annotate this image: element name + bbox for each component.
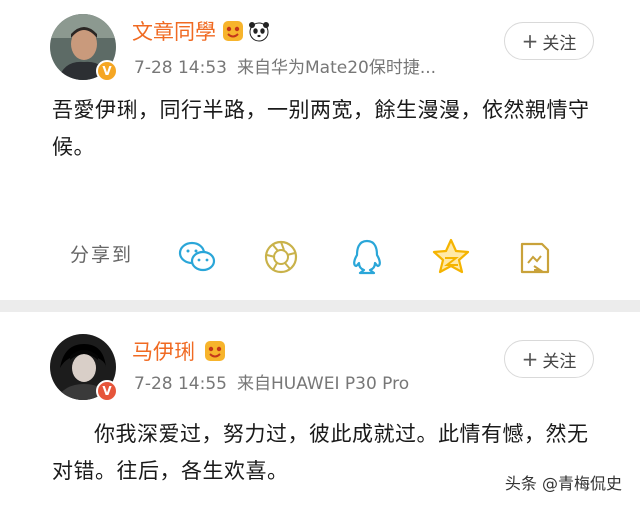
follow-label: 关注 [542,33,577,54]
watermark: 头条 @青梅侃史 [500,468,626,496]
emoji-badge-icon [205,341,225,361]
wechat-icon[interactable] [176,236,218,278]
post-divider [0,300,640,312]
author-name[interactable]: 马伊琍 [132,342,195,363]
panda-icon [249,22,269,42]
plus-icon: + [521,347,539,371]
post-time[interactable]: 7-28 14:53 [134,58,227,78]
post-time[interactable]: 7-28 14:55 [134,374,227,394]
post-source[interactable]: 来自HUAWEI P30 Pro [237,374,409,394]
share-bar: 分享到 [70,236,630,280]
post-meta: 7-28 14:55 来自HUAWEI P30 Pro [134,376,409,393]
follow-button[interactable]: + 关注 [504,340,594,378]
author-avatar[interactable]: V [50,334,118,402]
plus-icon: + [521,29,539,53]
post-source[interactable]: 来自华为Mate20保时捷... [237,58,436,78]
verified-badge-icon: V [96,380,118,402]
follow-label: 关注 [542,351,577,372]
post-meta: 7-28 14:53 来自华为Mate20保时捷... [134,60,436,77]
verified-badge-icon: V [96,60,118,82]
post-content: 吾愛伊琍，同行半路，一别两宽，餘生漫漫，依然親情守候。 [52,98,590,159]
qzone-icon[interactable] [430,236,472,278]
author-name[interactable]: 文章同學 [132,22,216,43]
author-avatar[interactable]: V [50,14,118,82]
weibo-post-1: V 文章同學 7-28 14:53 来自华为Mate20保时捷... + 关注 吾… [0,0,640,300]
share-label: 分享到 [70,244,134,266]
follow-button[interactable]: + 关注 [504,22,594,60]
favorite-icon[interactable] [514,236,556,278]
moments-icon[interactable] [260,236,302,278]
emoji-badge-icon [223,21,243,41]
qq-icon[interactable] [346,236,388,278]
